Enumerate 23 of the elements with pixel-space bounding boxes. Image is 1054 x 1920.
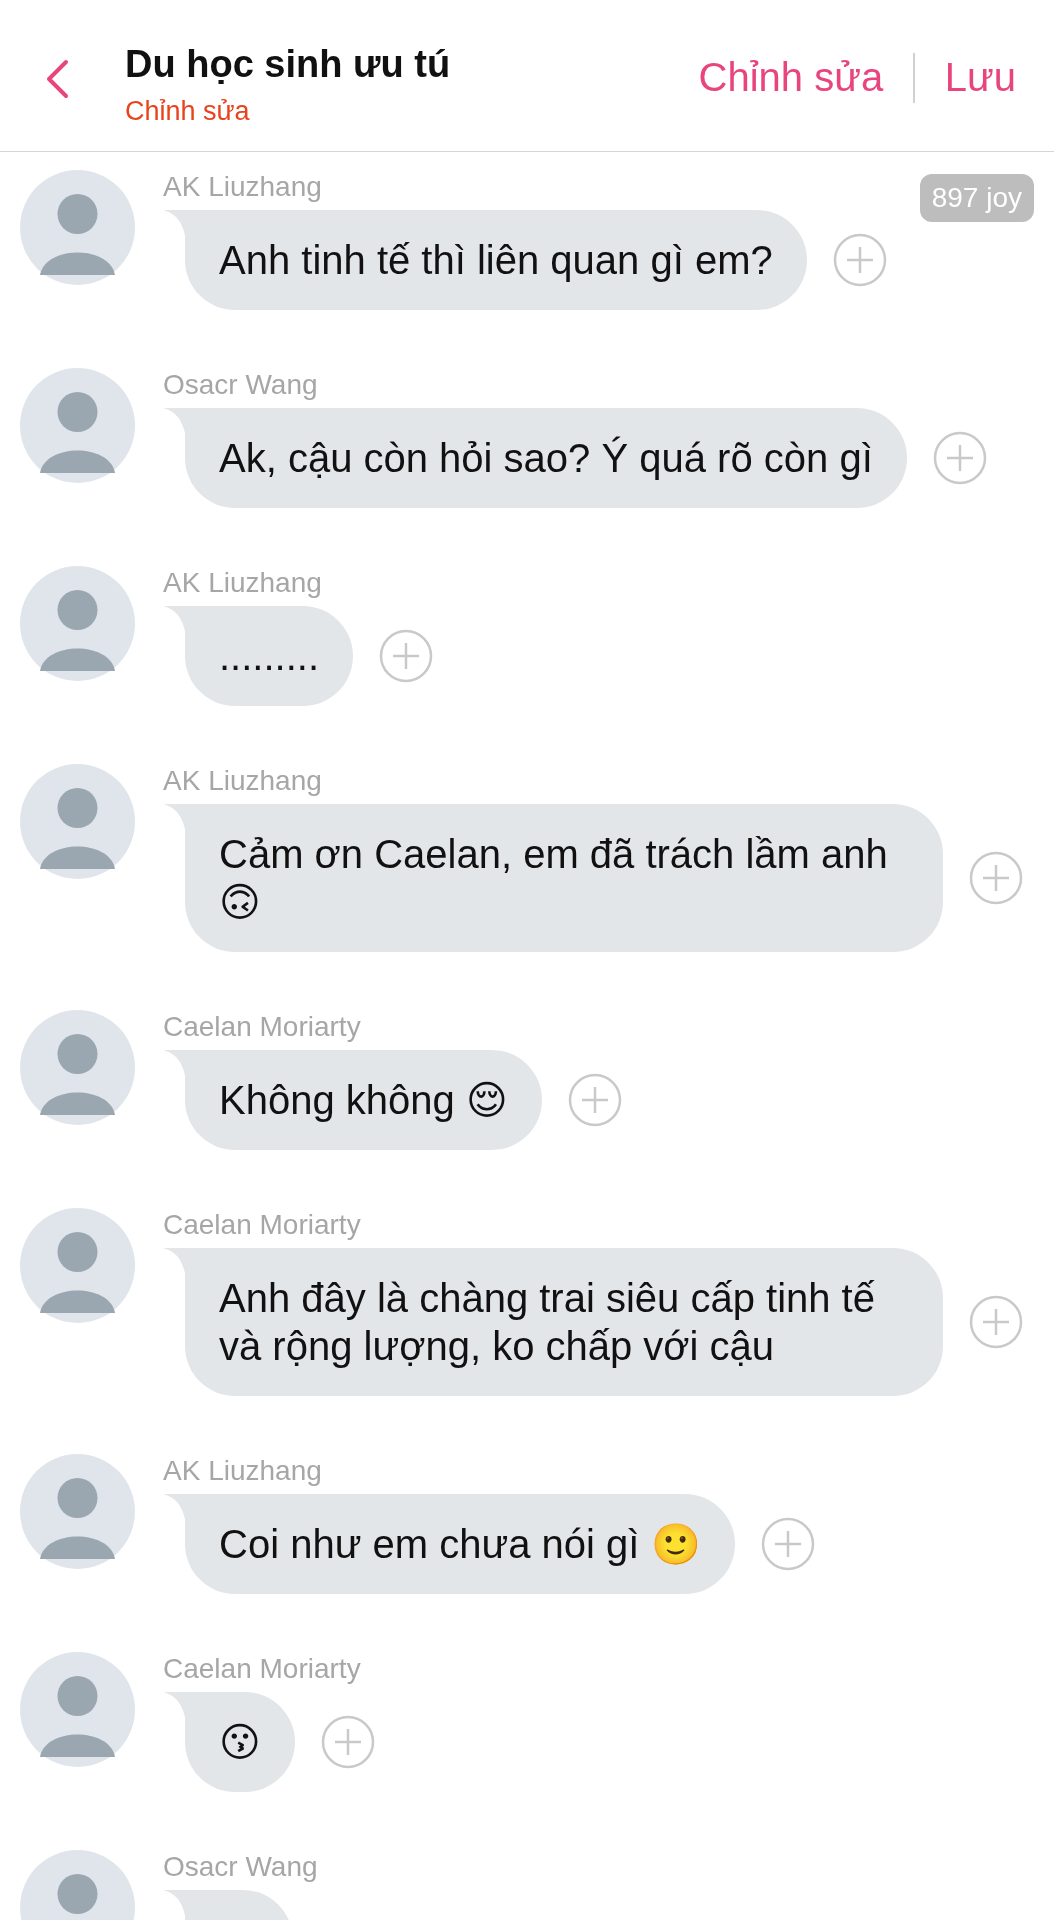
header-action[interactable]: Chỉnh sửa	[686, 55, 896, 100]
sender-name: AK Liuzhang	[163, 764, 323, 798]
sender-name: Osacr Wang	[163, 368, 319, 402]
sender-name: AK Liuzhang	[163, 566, 323, 600]
chat-title: Du học sinh ưu tú	[125, 42, 451, 86]
sender-name: Caelan Moriarty	[163, 1652, 362, 1686]
add-icon[interactable]	[760, 1517, 815, 1571]
sender-name: Caelan Moriarty	[163, 1208, 362, 1242]
add-icon[interactable]	[379, 629, 434, 683]
add-icon[interactable]	[932, 431, 987, 485]
back-icon[interactable]	[44, 57, 70, 100]
add-icon[interactable]	[567, 1073, 622, 1127]
add-icon[interactable]	[320, 1715, 375, 1769]
sender-name: AK Liuzhang	[163, 170, 323, 204]
add-icon[interactable]	[832, 233, 887, 287]
joy-counter: 897 joy	[919, 174, 1034, 222]
sender-name: AK Liuzhang	[163, 1454, 323, 1488]
chat-subtitle: Chỉnh sửa	[125, 95, 251, 127]
header-action[interactable]: Lưu	[932, 55, 1028, 100]
add-icon[interactable]	[969, 851, 1023, 905]
add-icon[interactable]	[969, 1295, 1023, 1349]
sender-name: Osacr Wang	[163, 1850, 318, 1884]
sender-name: Caelan Moriarty	[163, 1010, 362, 1044]
